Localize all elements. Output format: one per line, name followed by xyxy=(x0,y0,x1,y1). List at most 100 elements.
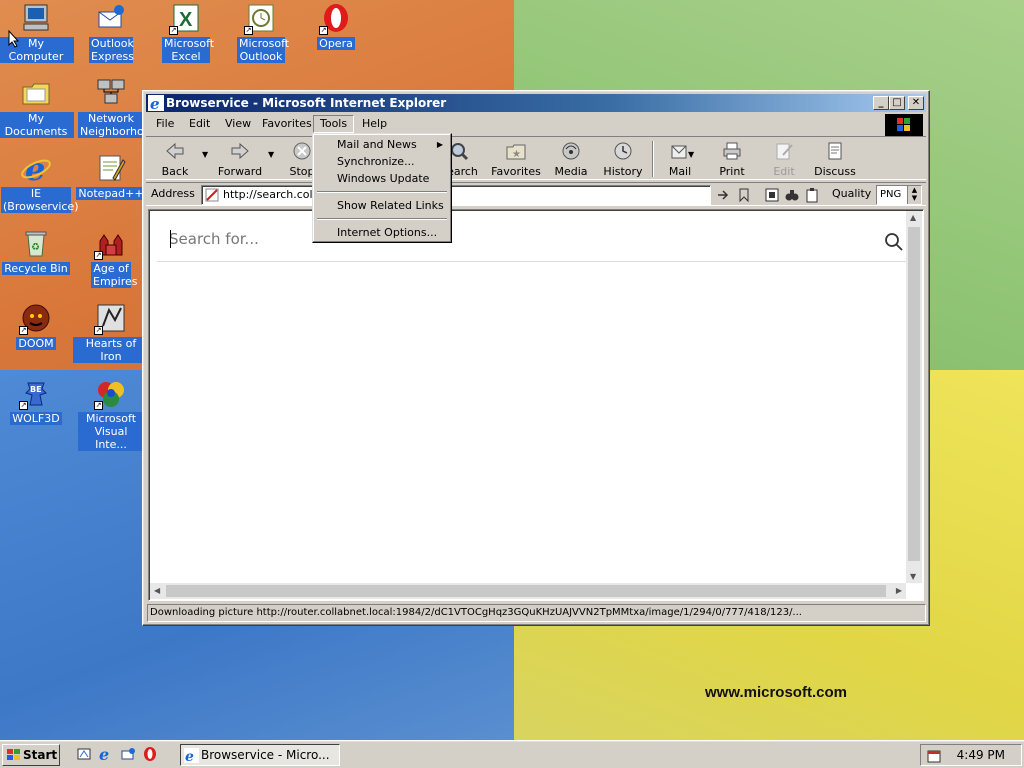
clipboard-icon[interactable] xyxy=(804,187,820,203)
submenu-arrow-icon: ▶ xyxy=(436,140,443,149)
maximize-button[interactable]: □ xyxy=(889,96,905,110)
binoculars-icon[interactable] xyxy=(784,187,800,203)
shortcut-arrow-icon: ↗ xyxy=(319,26,328,35)
tools-menu-dropdown: Mail and News ▶ Synchronize... Windows U… xyxy=(312,133,452,243)
discuss-button[interactable]: Discuss xyxy=(812,140,858,178)
print-button[interactable]: Print xyxy=(712,140,752,178)
desktop-icon-ie-browservice[interactable]: e IE (Browservice) xyxy=(0,152,79,213)
menu-tools[interactable]: Tools xyxy=(313,115,355,133)
desktop-icon-label: Hearts of Iron xyxy=(73,337,149,363)
desktop-icon-microsoft-excel[interactable]: X ↗ Microsoft Excel xyxy=(148,2,224,63)
desktop-icon-microsoft-outlook[interactable]: ↗ Microsoft Outlook xyxy=(223,2,299,63)
window-titlebar[interactable]: e Browservice - Microsoft Internet Explo… xyxy=(146,94,926,112)
excel-icon: X ↗ xyxy=(169,2,202,35)
internet-explorer-quicklaunch-icon[interactable]: e xyxy=(98,746,114,762)
mail-dropdown-icon[interactable]: ▼ xyxy=(688,150,694,159)
edit-label: Edit xyxy=(773,165,795,178)
menu-edit[interactable]: Edit xyxy=(183,115,216,133)
system-tray: 4:49 PM xyxy=(920,744,1022,766)
age-of-empires-icon: ↗ xyxy=(94,227,127,260)
shortcut-arrow-icon: ↗ xyxy=(169,26,178,35)
menu-item-label: Show Related Links xyxy=(337,199,444,212)
search-icon[interactable] xyxy=(884,232,904,252)
address-url: http://search.collabnet.local/ xyxy=(223,188,381,201)
vertical-scrollbar[interactable]: ▲ ▼ xyxy=(906,211,922,583)
hearts-of-iron-icon: ↗ xyxy=(94,302,127,335)
clock[interactable]: 4:49 PM xyxy=(957,748,1005,762)
forward-dropdown-icon[interactable]: ▼ xyxy=(268,150,274,159)
menu-help[interactable]: Help xyxy=(356,115,393,133)
horizontal-scrollbar[interactable]: ◀ ▶ xyxy=(150,583,906,599)
desktop-icon-hearts-of-iron[interactable]: ↗ Hearts of Iron xyxy=(73,302,149,363)
quality-spinner[interactable]: ▲ ▼ xyxy=(907,186,921,204)
doom-icon: ↗ xyxy=(19,302,52,335)
scroll-right-icon[interactable]: ▶ xyxy=(896,586,902,595)
scroll-left-icon[interactable]: ◀ xyxy=(154,586,160,595)
desktop-icon-age-of-empires[interactable]: ↗ Age of Empires xyxy=(73,227,149,288)
outlook-express-quicklaunch-icon[interactable] xyxy=(120,746,136,762)
stop-icon xyxy=(293,142,311,160)
media-button[interactable]: Media xyxy=(548,140,594,178)
history-label: History xyxy=(603,165,643,178)
go-arrow-icon[interactable] xyxy=(716,187,732,203)
status-text: Downloading picture http://router.collab… xyxy=(147,604,926,622)
menu-file[interactable]: File xyxy=(150,115,180,133)
quality-select[interactable]: PNG ▲ ▼ xyxy=(876,185,922,205)
opera-quicklaunch-icon[interactable] xyxy=(142,746,158,762)
desktop-icon-label: WOLF3D xyxy=(10,412,62,425)
favorites-button[interactable]: ★ Favorites xyxy=(488,140,544,178)
outlook-icon: ↗ xyxy=(244,2,277,35)
desktop-icon-doom[interactable]: ↗ DOOM xyxy=(0,302,74,350)
address-label: Address xyxy=(151,187,195,200)
show-desktop-icon[interactable] xyxy=(76,746,92,762)
desktop-icon-label: Recycle Bin xyxy=(2,262,70,275)
desktop-icon-label: Outlook Express xyxy=(89,37,134,63)
favorites-label: Favorites xyxy=(491,165,541,178)
menu-item-windows-update[interactable]: Windows Update xyxy=(315,170,449,187)
search-bar xyxy=(157,220,912,262)
edit-button[interactable]: Edit xyxy=(764,140,804,178)
svg-text:e: e xyxy=(185,749,194,763)
menu-item-internet-options[interactable]: Internet Options... xyxy=(315,224,449,241)
menu-item-show-related-links[interactable]: Show Related Links xyxy=(315,197,449,214)
back-button[interactable]: Back xyxy=(152,140,198,178)
search-input[interactable] xyxy=(169,226,849,252)
start-button[interactable]: Start xyxy=(2,744,60,766)
page-viewport: ▲ ▼ ◀ ▶ xyxy=(148,209,924,601)
wolf3d-icon: BE ↗ xyxy=(19,377,52,410)
menu-separator xyxy=(317,191,447,193)
quality-label: Quality xyxy=(832,187,872,200)
menu-item-mail-and-news[interactable]: Mail and News ▶ xyxy=(315,136,449,153)
menu-view[interactable]: View xyxy=(219,115,257,133)
media-label: Media xyxy=(554,165,588,178)
forward-button[interactable]: Forward xyxy=(212,140,268,178)
desktop-icon-my-documents[interactable]: My Documents xyxy=(0,77,74,138)
desktop-icon-label: Opera xyxy=(317,37,355,50)
horizontal-scroll-thumb[interactable] xyxy=(166,585,886,597)
scroll-up-icon[interactable]: ▲ xyxy=(910,213,916,222)
scheduler-tray-icon[interactable] xyxy=(926,748,942,764)
page-find-icon[interactable] xyxy=(764,187,780,203)
menu-item-synchronize[interactable]: Synchronize... xyxy=(315,153,449,170)
taskbar-task-browservice[interactable]: e Browservice - Micro... xyxy=(180,744,340,766)
desktop-icon-wolf3d[interactable]: BE ↗ WOLF3D xyxy=(0,377,74,425)
bookmark-icon[interactable] xyxy=(736,187,752,203)
mail-button[interactable]: Mail xyxy=(660,140,700,178)
back-arrow-icon xyxy=(166,142,184,160)
address-field[interactable]: http://search.collabnet.local/ xyxy=(201,185,711,205)
scroll-down-icon[interactable]: ▼ xyxy=(910,572,916,581)
task-label: Browservice - Micro... xyxy=(201,748,330,762)
desktop-icon-notepad-plus-plus[interactable]: Notepad++ xyxy=(73,152,149,200)
minimize-button[interactable]: _ xyxy=(873,96,889,110)
print-label: Print xyxy=(719,165,745,178)
back-dropdown-icon[interactable]: ▼ xyxy=(202,150,208,159)
desktop-icon-network-neighborhood[interactable]: Network Neighborhood xyxy=(73,77,157,138)
menu-favorites[interactable]: Favorites xyxy=(256,115,318,133)
vertical-scroll-thumb[interactable] xyxy=(908,227,920,561)
desktop-icon-outlook-express[interactable]: Outlook Express xyxy=(73,2,149,63)
close-button[interactable]: ✕ xyxy=(908,96,924,110)
history-button[interactable]: History xyxy=(598,140,648,178)
desktop-icon-opera[interactable]: ↗ Opera xyxy=(298,2,374,50)
desktop-icon-recycle-bin[interactable]: ♻ Recycle Bin xyxy=(0,227,74,275)
desktop-icon-visual-interdev[interactable]: ↗ Microsoft Visual Inte... xyxy=(73,377,149,451)
